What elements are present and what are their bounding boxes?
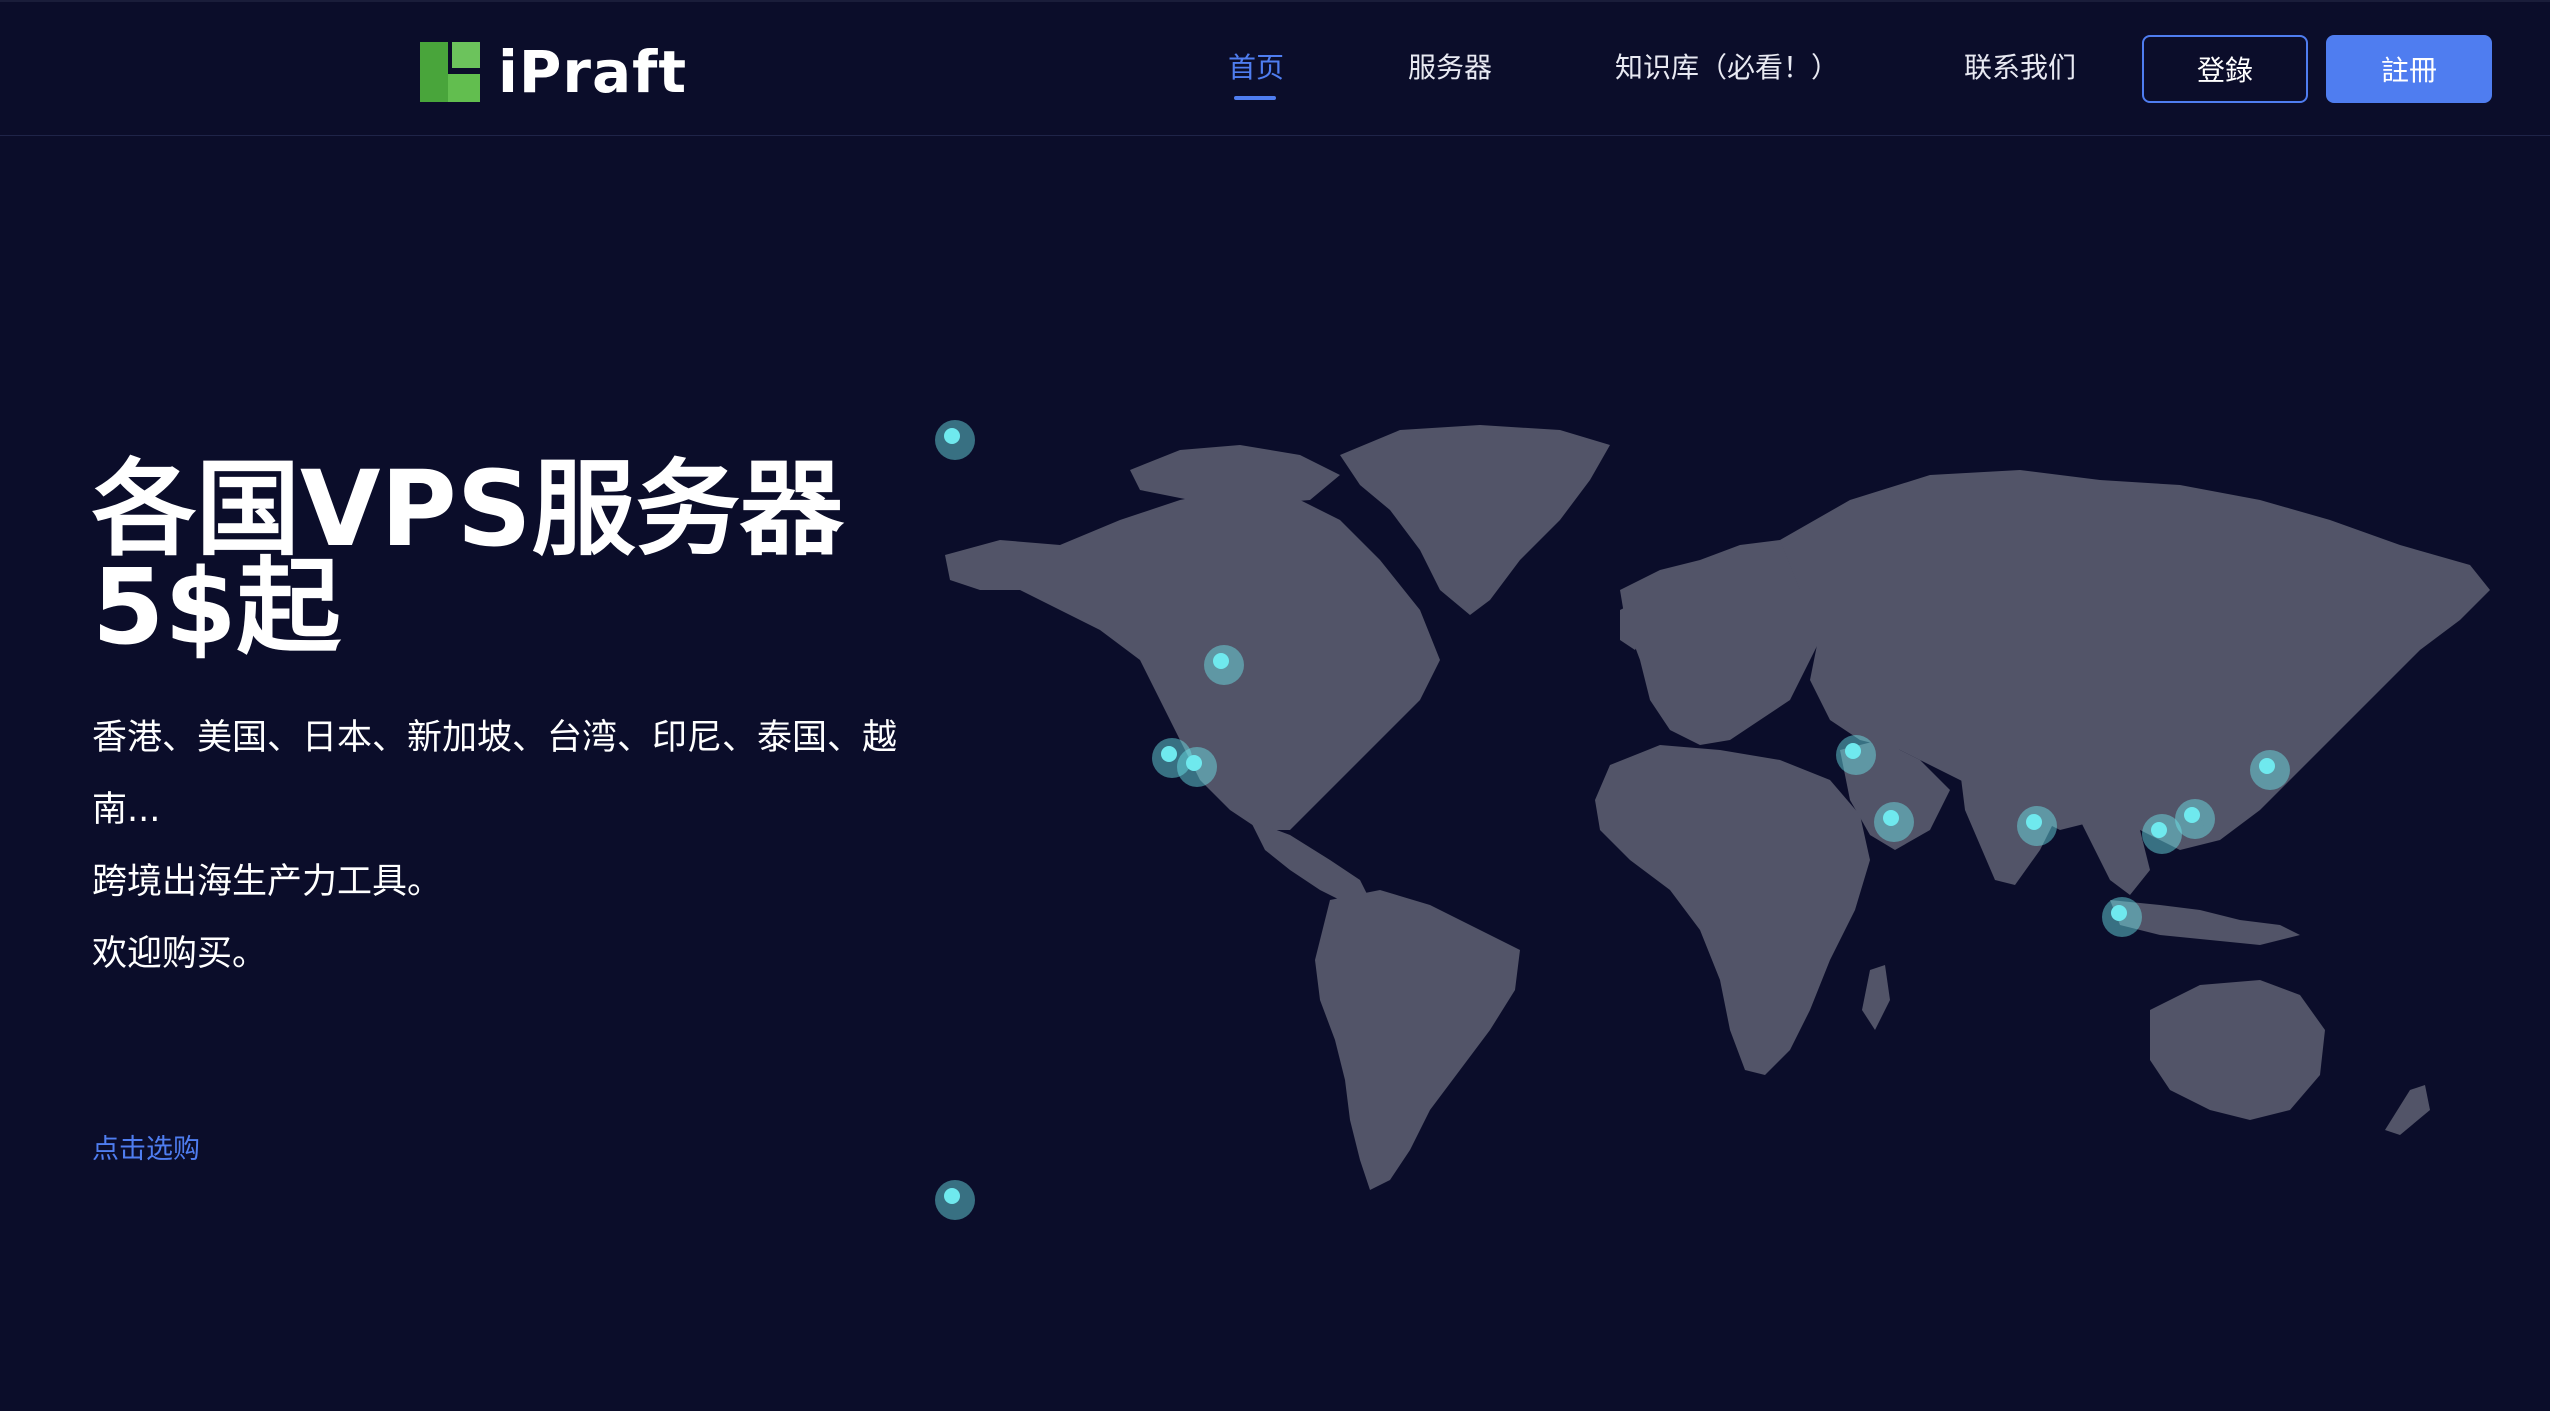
nav-active-indicator bbox=[1234, 96, 1276, 100]
map-marker[interactable] bbox=[2175, 799, 2215, 839]
hero-desc-line-4: 欢迎购买。 bbox=[92, 934, 268, 974]
hero-title-line-2: 5$起 bbox=[92, 546, 341, 668]
nav-contact-us[interactable]: 联系我们 bbox=[1964, 46, 2076, 86]
map-marker[interactable] bbox=[1836, 735, 1876, 775]
map-marker[interactable] bbox=[2250, 750, 2290, 790]
nav-knowledge-base[interactable]: 知识库（必看！） bbox=[1615, 46, 1839, 86]
map-marker[interactable] bbox=[935, 420, 975, 460]
world-map bbox=[935, 420, 2490, 1220]
top-navbar: iPraft 首页 服务器 知识库（必看！） 联系我们 登錄 註冊 bbox=[0, 0, 2550, 136]
hero-title: 各国VPS服务器 5$起 bbox=[92, 457, 892, 659]
map-marker[interactable] bbox=[2102, 897, 2142, 937]
logo-text: iPraft bbox=[498, 38, 688, 106]
login-button[interactable]: 登錄 bbox=[2142, 35, 2308, 103]
nav-servers[interactable]: 服务器 bbox=[1408, 46, 1492, 86]
logo[interactable]: iPraft bbox=[420, 38, 687, 106]
map-marker[interactable] bbox=[2017, 806, 2057, 846]
hero-description: 香港、美国、日本、新加坡、台湾、印尼、泰国、越 南... 跨境出海生产力工具。 … bbox=[92, 702, 952, 990]
map-marker[interactable] bbox=[1177, 747, 1217, 787]
map-marker[interactable] bbox=[1874, 802, 1914, 842]
hero-desc-line-2: 南... bbox=[92, 790, 161, 830]
map-marker[interactable] bbox=[935, 1180, 975, 1220]
logo-mark-icon bbox=[420, 42, 480, 102]
nav-home[interactable]: 首页 bbox=[1228, 46, 1284, 86]
buy-now-link[interactable]: 点击选购 bbox=[92, 1127, 200, 1166]
world-map-land bbox=[945, 425, 2490, 1190]
hero-desc-line-1: 香港、美国、日本、新加坡、台湾、印尼、泰国、越 bbox=[92, 718, 898, 758]
hero-desc-line-3: 跨境出海生产力工具。 bbox=[92, 862, 443, 902]
register-button[interactable]: 註冊 bbox=[2326, 35, 2492, 103]
map-marker[interactable] bbox=[1204, 645, 1244, 685]
